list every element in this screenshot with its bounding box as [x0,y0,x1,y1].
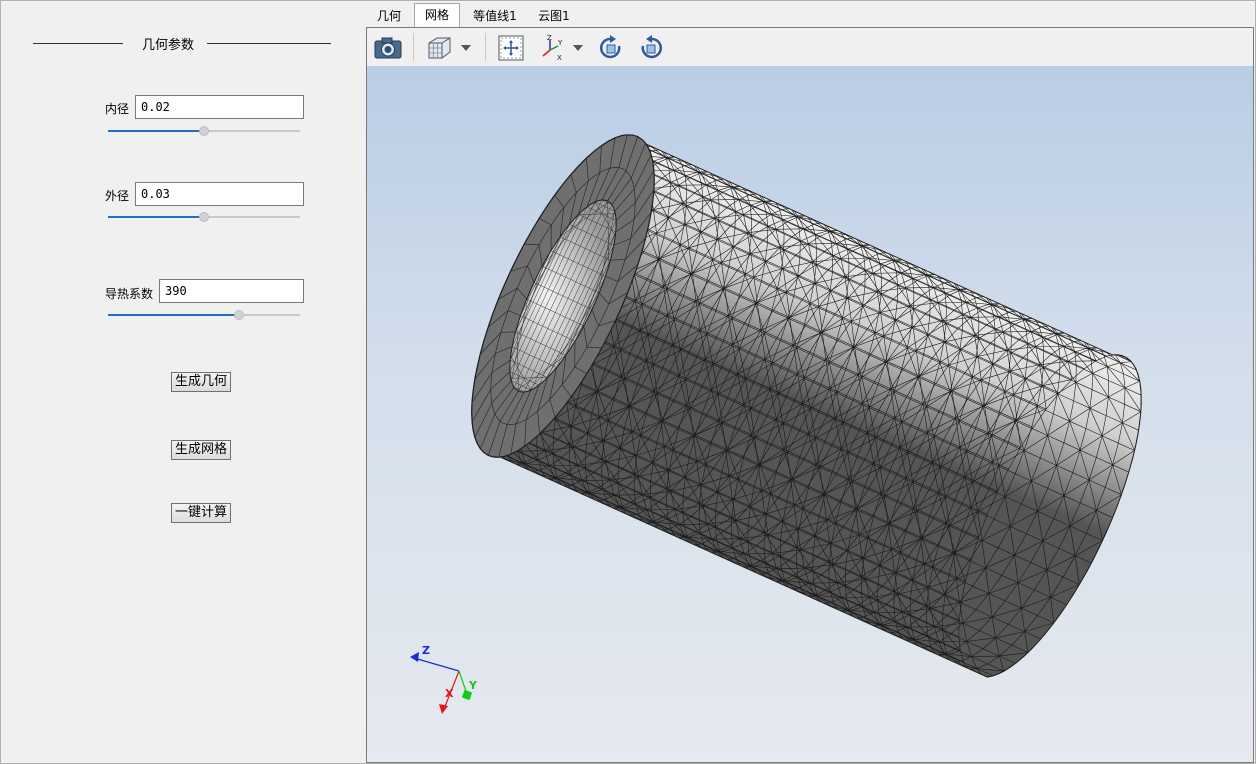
section-title: 几何参数 [131,34,205,53]
tab-geometry[interactable]: 几何 [367,5,411,28]
slider-thumb[interactable] [233,310,244,320]
outer-diameter-slider[interactable] [108,211,300,223]
toolbar-separator [413,33,414,61]
app-window: 几何参数 内径 外径 导热系数 生成几何 生成网格 一键计算 几何 [0,0,1256,764]
tab-mesh[interactable]: 网格 [414,3,460,29]
inner-diameter-slider[interactable] [108,125,300,137]
slider-thumb[interactable] [199,212,209,222]
dropdown-arrow-icon[interactable] [571,33,585,63]
inner-diameter-label: 内径 [104,102,129,116]
generate-geometry-button[interactable]: 生成几何 [171,372,232,392]
slider-fill [108,130,204,132]
triad-x-label: X [445,687,454,700]
triad-z-label: Z [422,644,430,657]
svg-text:Y: Y [557,39,563,47]
svg-text:Z: Z [547,34,552,42]
toolbar-separator [485,33,486,61]
thermal-conductivity-label: 导热系数 [104,287,153,301]
slider-fill [108,216,204,218]
rotate-cw-icon[interactable] [595,33,627,63]
mesh-view-frame: Z Y X Z X Y [366,27,1254,763]
generate-mesh-button[interactable]: 生成网格 [171,440,232,460]
compute-all-button[interactable]: 一键计算 [171,503,232,523]
cylinder-mesh-render: Z X Y [410,134,1142,714]
outer-diameter-input[interactable] [135,182,304,206]
slider-fill [108,314,239,316]
view-cube-icon[interactable] [423,33,455,63]
rotate-ccw-icon[interactable] [635,33,667,63]
inner-diameter-input[interactable] [135,95,304,119]
fit-view-icon[interactable] [495,33,527,63]
parameter-panel: 几何参数 内径 外径 导热系数 生成几何 生成网格 一键计算 [1,1,366,764]
title-divider-right [207,43,331,44]
triad-y-label: Y [468,679,478,692]
tab-cloud-1[interactable]: 云图1 [530,5,578,28]
view-toolbar: Z Y X [367,28,1253,66]
thermal-conductivity-input[interactable] [159,279,304,303]
slider-thumb[interactable] [199,126,209,136]
camera-icon[interactable] [371,33,405,63]
axis-triad: Z X Y [410,644,478,714]
dropdown-arrow-icon[interactable] [459,33,473,63]
outer-diameter-label: 外径 [104,189,129,203]
axes-icon[interactable]: Z Y X [537,33,567,63]
thermal-conductivity-slider[interactable] [108,309,300,321]
svg-text:X: X [557,54,562,62]
tab-contour-1[interactable]: 等值线1 [464,5,526,28]
3d-viewport[interactable]: Z X Y [367,66,1253,762]
title-divider-left [33,43,123,44]
